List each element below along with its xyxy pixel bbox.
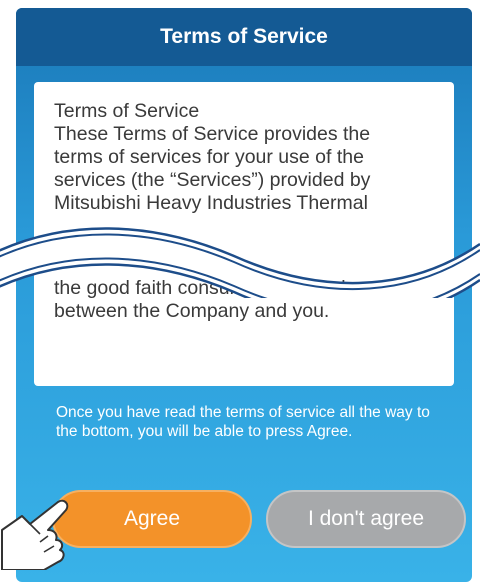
terms-line: terms of services for your use of the bbox=[54, 146, 364, 168]
terms-line: between the Company and you. bbox=[54, 300, 330, 322]
terms-line: These Terms of Service provides the bbox=[54, 123, 371, 145]
pointing-hand-icon bbox=[1, 499, 69, 570]
wavy-break-icon bbox=[0, 227, 480, 298]
terms-line: services (the “Services”) provided by bbox=[54, 169, 371, 191]
dialog-title: Terms of Service bbox=[16, 8, 472, 66]
terms-text-top: Terms of Service These Terms of Service … bbox=[54, 100, 434, 215]
disagree-button[interactable]: I don't agree bbox=[266, 490, 466, 548]
terms-line: Mitsubishi Heavy Industries Thermal bbox=[54, 192, 368, 214]
terms-line: Terms of Service bbox=[54, 100, 200, 122]
scroll-notice: Once you have read the terms of service … bbox=[56, 404, 430, 440]
